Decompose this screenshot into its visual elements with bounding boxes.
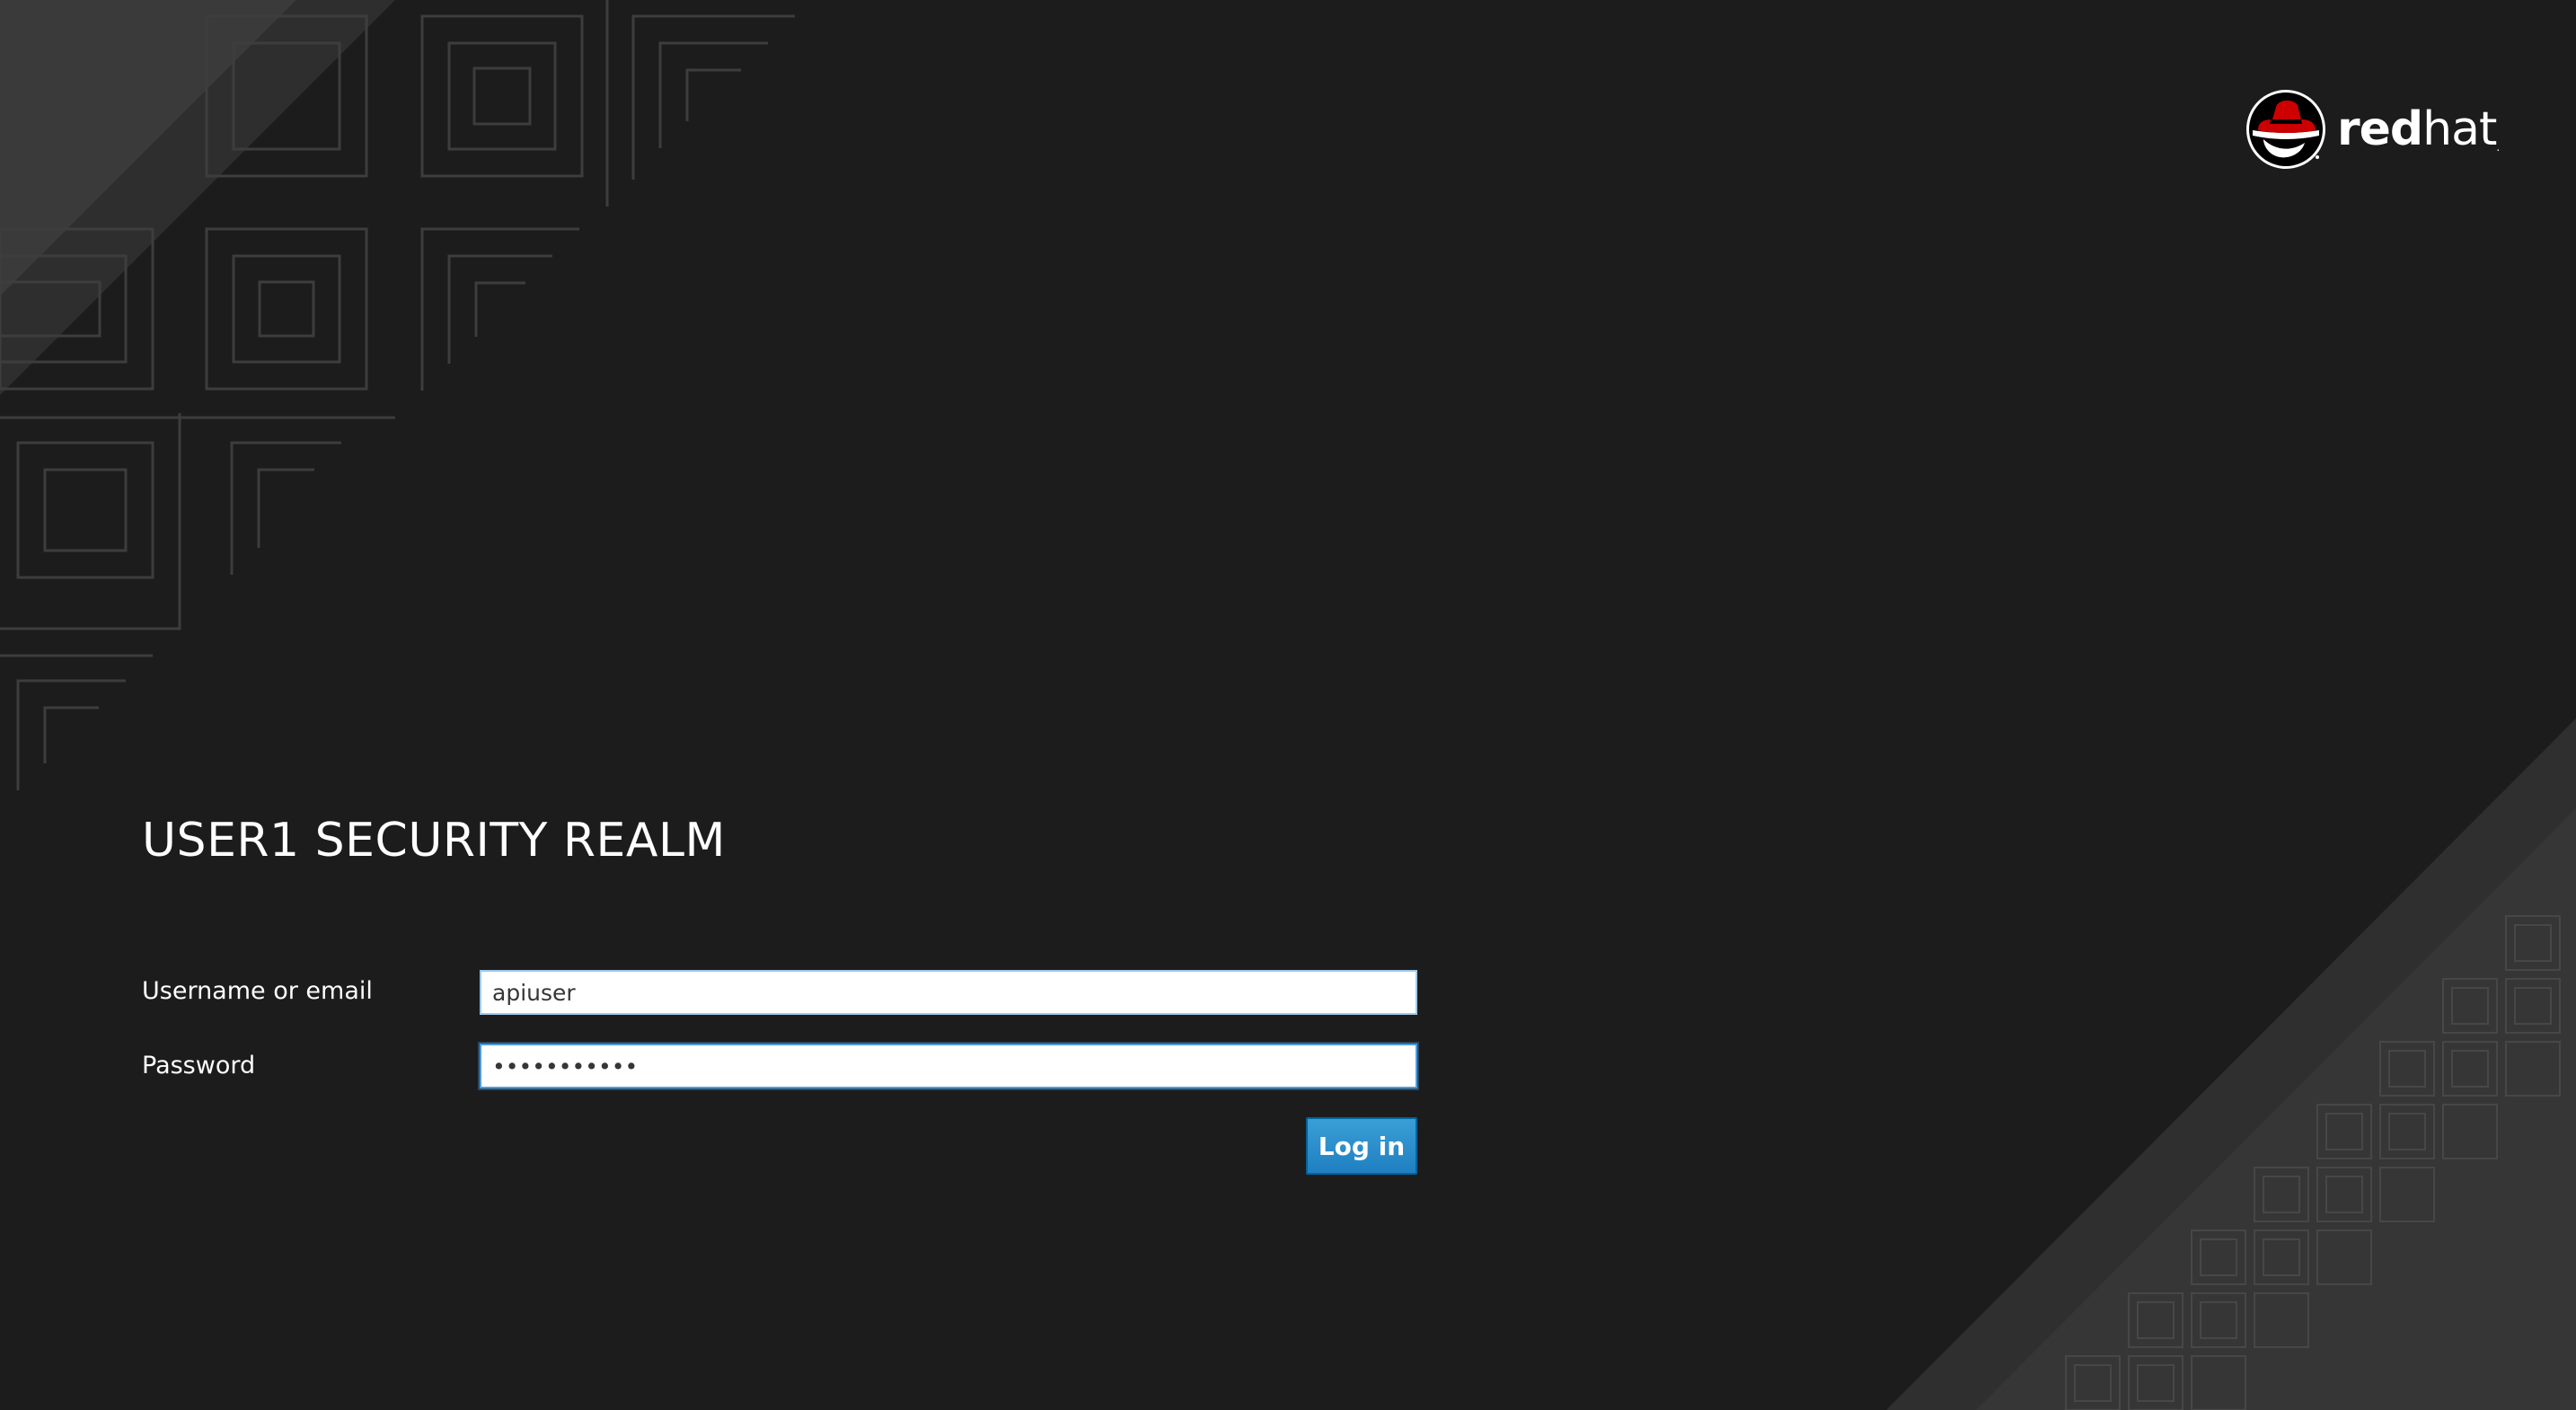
realm-title: USER1 SECURITY REALM (142, 814, 726, 868)
login-button[interactable]: Log in (1306, 1117, 1417, 1175)
redhat-wordmark: redhat. (2337, 106, 2500, 154)
login-page: redhat. USER1 SECURITY REALM Username or… (0, 0, 2576, 1410)
background-pattern-bottom-right (1886, 718, 2576, 1410)
wordmark-dot: . (2496, 141, 2500, 154)
username-label: Username or email (142, 977, 373, 1005)
wordmark-red: red (2337, 102, 2423, 156)
redhat-shadowman-icon (2246, 90, 2325, 169)
password-label: Password (142, 1052, 256, 1080)
password-input[interactable] (480, 1044, 1417, 1088)
wordmark-hat: hat (2422, 102, 2497, 156)
redhat-logo: redhat. (2245, 86, 2506, 172)
username-input[interactable] (480, 970, 1417, 1015)
